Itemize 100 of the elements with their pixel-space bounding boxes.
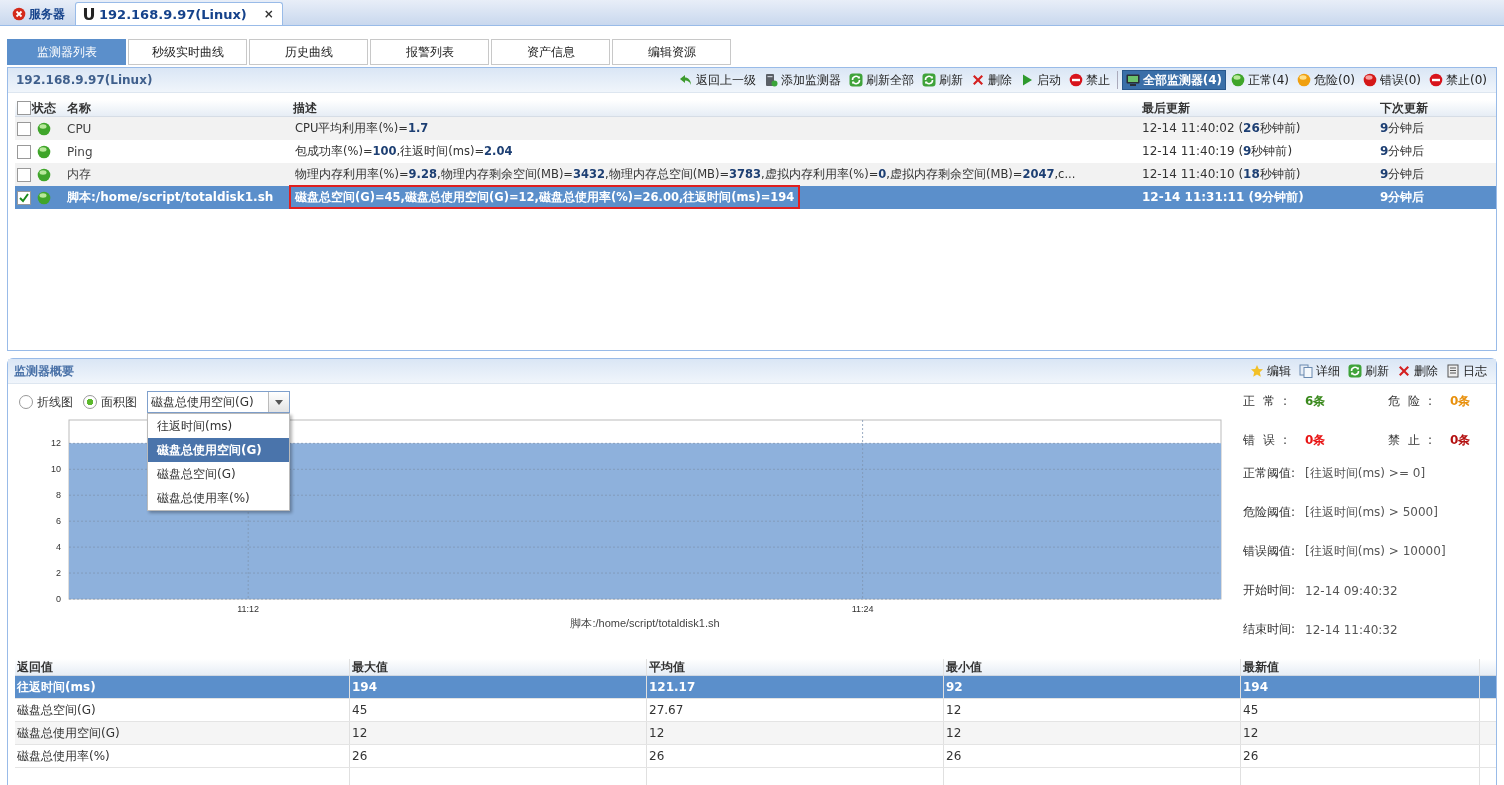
checkbox[interactable] — [16, 167, 31, 182]
table-cell: 92 — [944, 676, 1241, 698]
no-entry-icon — [1429, 73, 1443, 87]
filter-button[interactable]: 禁止(0) — [1426, 70, 1490, 90]
tab-label: 服务器 — [29, 5, 65, 23]
table-cell: 194 — [1241, 676, 1480, 698]
radio-option[interactable]: 面积图 — [83, 393, 137, 411]
table-row[interactable]: 内存 物理内存利用率(%)=9.28,物理内存剩余空间(MB)=3432,物理内存总空间(MB)=3783,虚拟内存利用率(%)=0,虚拟内存剩余空间(MB)=2047,c... 12-14 11:40:10 (18秒钟前) 9分钟后 — [15, 163, 1496, 186]
toolbar-button[interactable]: 刷新 — [918, 70, 966, 90]
table-cell-text: 9分钟后 — [1380, 143, 1426, 160]
documents-icon — [1299, 364, 1313, 378]
document-icon — [1446, 364, 1460, 378]
toolbar-button[interactable]: 刷新 — [1345, 361, 1392, 381]
status-icon — [37, 144, 51, 159]
column-header: 描述 — [293, 99, 318, 117]
toolbar-button[interactable]: 返回上一级 — [675, 70, 759, 90]
radio-button[interactable] — [19, 395, 33, 409]
stat-label: 危险: — [1388, 393, 1432, 410]
radio-option[interactable]: 折线图 — [19, 393, 73, 411]
table-row[interactable]: CPU CPU平均利用率(%)=1.7 12-14 11:40:02 (26秒钟前) 9分钟后 — [15, 117, 1496, 140]
axis-tick-label: 2 — [56, 568, 61, 579]
table-cell: 磁盘总使用空间(G) — [15, 722, 350, 744]
status-icon — [37, 167, 51, 182]
info-label: 结束时间: — [1243, 621, 1296, 638]
window-tab[interactable]: U 192.168.9.97(Linux) × — [75, 2, 283, 25]
tab[interactable]: 秒级实时曲线 — [128, 39, 247, 65]
table-cell-text: 包成功率(%)=100,往返时间(ms)=2.04 — [294, 143, 514, 160]
stat-label: 错误: — [1243, 432, 1287, 449]
table-cell: 12 — [350, 722, 647, 744]
refresh-icon — [921, 73, 936, 87]
dropdown-option[interactable]: 磁盘总使用空间(G) — [148, 438, 289, 462]
toolbar-button[interactable]: 删除 — [1394, 361, 1441, 381]
radio-button[interactable] — [83, 395, 97, 409]
status-icon — [1231, 73, 1245, 87]
table-cell: 45 — [1241, 699, 1480, 721]
window-tab[interactable]: 服务器 — [6, 3, 73, 25]
checkbox[interactable] — [16, 144, 31, 159]
delete-icon — [1397, 364, 1411, 378]
toolbar-button[interactable]: 刷新全部 — [845, 70, 917, 90]
table-cell-text: 内存 — [66, 166, 92, 183]
table-cell: 26 — [647, 745, 944, 767]
tab[interactable]: 历史曲线 — [249, 39, 368, 65]
info-value: [往返时间(ms) > 5000] — [1305, 504, 1438, 521]
metric-select[interactable]: 磁盘总使用空间(G) — [147, 391, 290, 413]
table-cell-text: Ping — [66, 144, 94, 159]
tab[interactable]: 资产信息 — [491, 39, 610, 65]
column-header: 最新值 — [1241, 659, 1480, 675]
close-icon[interactable]: × — [263, 7, 274, 21]
filter-button[interactable]: 正常(4) — [1228, 70, 1292, 90]
table-cell-text: CPU平均利用率(%)=1.7 — [294, 120, 430, 137]
column-header: 状态 — [32, 99, 57, 117]
table-cell: 45 — [350, 699, 647, 721]
table-cell: 往返时间(ms) — [15, 676, 350, 698]
table-cell: 磁盘总空间(G) — [15, 699, 350, 721]
toolbar-button[interactable]: 启动 — [1016, 70, 1064, 90]
panel-title: 192.168.9.97(Linux) — [15, 73, 153, 87]
table-cell: 12 — [944, 699, 1241, 721]
table-cell: 磁盘总使用率(%) — [15, 745, 350, 767]
axis-tick-label: 0 — [56, 594, 61, 604]
toolbar-button[interactable]: 详细 — [1296, 361, 1343, 381]
checkbox[interactable] — [16, 190, 31, 205]
dropdown-option[interactable]: 磁盘总空间(G) — [148, 462, 289, 486]
toolbar-button[interactable]: 删除 — [967, 70, 1015, 90]
info-value: 12-14 11:40:32 — [1305, 622, 1398, 637]
tab[interactable]: 编辑资源 — [612, 39, 731, 65]
filter-button[interactable]: 错误(0) — [1360, 70, 1424, 90]
table-cell-text: 12-14 11:40:02 (26秒钟前) — [1142, 120, 1302, 137]
table-row[interactable]: Ping 包成功率(%)=100,往返时间(ms)=2.04 12-14 11:40:19 (9秒钟前) 9分钟后 — [15, 140, 1496, 163]
table-cell-text: CPU — [66, 121, 93, 136]
status-icon — [1363, 73, 1377, 87]
info-label: 开始时间: — [1243, 582, 1296, 599]
table-cell: 12 — [647, 722, 944, 744]
checkbox[interactable] — [16, 101, 31, 115]
toolbar-button[interactable]: 添加监测器 — [760, 70, 844, 90]
dropdown-option[interactable]: 往返时间(ms) — [148, 414, 289, 438]
caret-icon[interactable] — [268, 392, 289, 412]
table-cell: 12 — [1241, 722, 1480, 744]
axis-tick-label: 11:24 — [851, 604, 874, 614]
table-cell: 26 — [944, 745, 1241, 767]
tab[interactable]: 报警列表 — [370, 39, 489, 65]
table-row[interactable]: 磁盘总使用率(%) 26 26 26 26 — [15, 745, 1496, 768]
table-cell: 26 — [1241, 745, 1480, 767]
filter-button[interactable]: 危险(0) — [1294, 70, 1358, 90]
table-row[interactable]: 磁盘总使用空间(G) 12 12 12 12 — [15, 722, 1496, 745]
column-header: 最小值 — [944, 659, 1241, 675]
stat-label: 禁止: — [1388, 432, 1432, 449]
no-entry-icon — [1068, 73, 1083, 87]
toolbar-button[interactable]: 编辑 — [1247, 361, 1294, 381]
toolbar-button[interactable]: 日志 — [1443, 361, 1490, 381]
filter-button[interactable]: 全部监测器(4) — [1121, 70, 1226, 90]
monitor-icon — [1125, 73, 1140, 87]
table-cell: 26 — [350, 745, 647, 767]
table-cell: 12 — [944, 722, 1241, 744]
dropdown-option[interactable]: 磁盘总使用率(%) — [148, 486, 289, 510]
toolbar-button[interactable]: 禁止 — [1065, 70, 1113, 90]
axis-label: 脚本:/home/script/totaldisk1.sh — [570, 617, 720, 629]
logo-icon: U — [82, 4, 96, 24]
refresh-icon — [848, 73, 863, 87]
table-cell-text: 物理内存利用率(%)=9.28,物理内存剩余空间(MB)=3432,物理内存总空间(MB)=3783,虚拟内存利用率(%)=0,虚拟内存剩余空间(MB)=2047,c... — [294, 166, 1077, 183]
checkbox[interactable] — [16, 121, 31, 136]
